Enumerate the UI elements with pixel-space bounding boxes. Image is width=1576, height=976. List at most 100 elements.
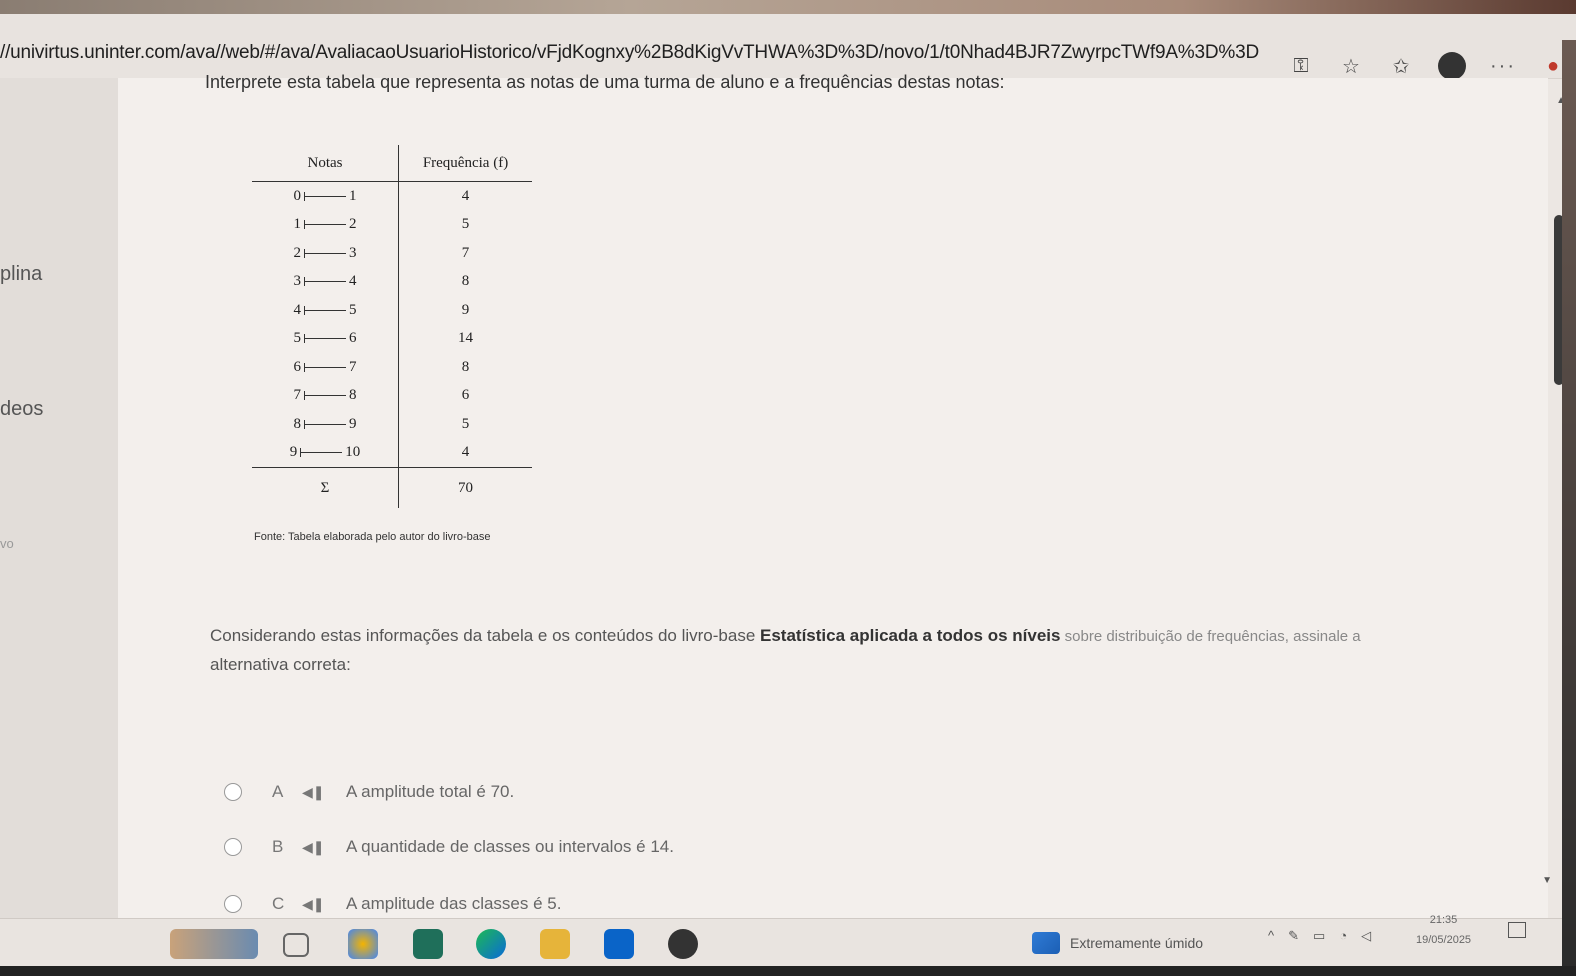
more-menu-icon[interactable]: ··· (1490, 55, 1516, 78)
interval-cell: 12 (252, 210, 399, 239)
table-source: Fonte: Tabela elaborada pelo autor do li… (254, 531, 491, 543)
interval-cell: 23 (252, 239, 399, 268)
table-row: 678 (252, 353, 532, 382)
option-b-radio[interactable] (224, 838, 242, 856)
interval-line (304, 391, 346, 401)
header-notas: Notas (252, 145, 399, 182)
prompt-part1: Considerando estas informações da tabela… (210, 626, 761, 645)
option-c-letter: C (272, 894, 285, 913)
wifi-icon[interactable]: ◔ (1339, 928, 1347, 944)
frequency-cell: 9 (461, 301, 470, 318)
interval-from: 1 (293, 216, 302, 233)
sidebar-item-videos[interactable]: deos (0, 398, 43, 421)
interval-from: 0 (293, 187, 302, 204)
speaker-icon[interactable]: ◀❚ (302, 784, 342, 801)
frequency-cell: 4 (461, 187, 470, 204)
interval-line (304, 277, 346, 287)
interval-to: 5 (349, 301, 357, 318)
interval-from: 6 (293, 358, 302, 375)
photo-bottom-edge (0, 966, 1576, 976)
table-row: 895 (252, 410, 532, 439)
interval-line (304, 362, 346, 372)
left-sidebar: plina deos vo (0, 78, 118, 928)
photo-right-edge (1562, 40, 1576, 970)
widgets-icon[interactable] (348, 929, 378, 959)
taskbar-clock[interactable]: 21:35 19/05/2025 (1416, 910, 1471, 950)
favorites-icon[interactable]: ✩ (1388, 53, 1414, 79)
table-row: 78 6 (252, 381, 532, 410)
profile-avatar[interactable] (1438, 52, 1467, 80)
interval-to: 9 (349, 415, 357, 432)
interval-cell: 9 10 (252, 438, 399, 468)
question-prompt: Considerando estas informações da tabela… (210, 622, 1510, 679)
browser-toolbar: ⚿ ☆ ✩ ··· ● (1288, 52, 1566, 80)
interval-line (304, 419, 346, 429)
table-row: 459 (252, 296, 532, 325)
frequency-cell: 5 (461, 415, 470, 432)
frequency-cell: 14 (458, 330, 473, 347)
chevron-up-icon[interactable]: ^ (1268, 928, 1274, 944)
photo-top-edge (0, 0, 1576, 14)
frequency-cell: 5 (461, 216, 470, 233)
frequency-cell: 6 (461, 387, 470, 404)
interval-cell: 34 (252, 267, 399, 296)
option-c[interactable]: C ◀❚ A amplitude das classes é 5. (224, 892, 561, 916)
option-b-letter: B (272, 837, 284, 856)
frequency-cell: 8 (461, 358, 470, 375)
task-view-icon[interactable] (283, 933, 309, 957)
interval-cell: 67 (252, 353, 399, 382)
prompt-book-title: Estatística aplicada a todos os níveis (760, 626, 1061, 645)
option-a-letter: A (272, 782, 284, 801)
sidebar-item-disciplina[interactable]: plina (0, 263, 42, 286)
sum-value: 70 (398, 467, 532, 508)
key-icon[interactable]: ⚿ (1288, 53, 1314, 79)
interval-line (304, 305, 346, 315)
media-player-icon[interactable] (668, 929, 698, 959)
option-c-text: A amplitude das classes é 5. (346, 894, 562, 913)
interval-cell: 01 (252, 181, 399, 211)
outlook-icon[interactable] (604, 929, 634, 959)
pen-icon[interactable]: ✎ (1288, 928, 1299, 944)
weather-widget[interactable]: Extremamente úmido (1032, 932, 1203, 954)
frequency-cell: 4 (461, 444, 470, 461)
system-tray: ^ ✎ ▭ ◔ ◁ (1268, 928, 1371, 944)
frequency-cell: 7 (461, 244, 470, 261)
notification-icon[interactable] (1508, 922, 1526, 938)
option-a[interactable]: A ◀❚ A amplitude total é 70. (224, 780, 514, 804)
interval-from: 4 (293, 301, 302, 318)
taskbar (0, 918, 1576, 971)
interval-to: 7 (349, 358, 357, 375)
speaker-icon[interactable]: ◀❚ (302, 896, 342, 913)
edge-icon[interactable] (476, 929, 506, 959)
battery-icon[interactable]: ▭ (1313, 928, 1325, 944)
clock-time: 21:35 (1429, 914, 1458, 926)
option-b-text: A quantidade de classes ou intervalos é … (346, 837, 674, 856)
url-text[interactable]: //univirtus.uninter.com/ava//web/#/ava/A… (0, 42, 1259, 64)
store-icon[interactable] (413, 929, 443, 959)
address-bar[interactable]: //univirtus.uninter.com/ava//web/#/ava/A… (0, 14, 1576, 80)
speaker-icon[interactable]: ◀❚ (302, 839, 342, 856)
table-row: 125 (252, 210, 532, 239)
option-c-radio[interactable] (224, 895, 242, 913)
option-b[interactable]: B ◀❚ A quantidade de classes ou interval… (224, 835, 674, 859)
scroll-down-icon[interactable]: ▼ (1542, 875, 1552, 886)
star-icon[interactable]: ☆ (1338, 53, 1364, 79)
interval-to: 2 (349, 216, 357, 233)
interval-to: 6 (349, 330, 357, 347)
interval-line (304, 334, 346, 344)
option-a-radio[interactable] (224, 783, 242, 801)
interval-from: 9 (289, 444, 298, 461)
sidebar-item-3[interactable]: vo (0, 536, 14, 551)
frequency-cell: 8 (461, 273, 470, 290)
taskbar-search-icon[interactable] (170, 929, 258, 959)
volume-icon[interactable]: ◁ (1361, 928, 1371, 944)
table-row: 5 6 14 (252, 324, 532, 353)
interval-cell: 78 (252, 381, 399, 410)
file-explorer-icon[interactable] (540, 929, 570, 959)
sum-row: Σ 70 (252, 467, 532, 508)
interval-line (300, 448, 343, 458)
interval-from: 2 (293, 244, 302, 261)
sum-symbol: Σ (252, 467, 399, 508)
interval-to: 3 (349, 244, 357, 261)
interval-cell: 45 (252, 296, 399, 325)
